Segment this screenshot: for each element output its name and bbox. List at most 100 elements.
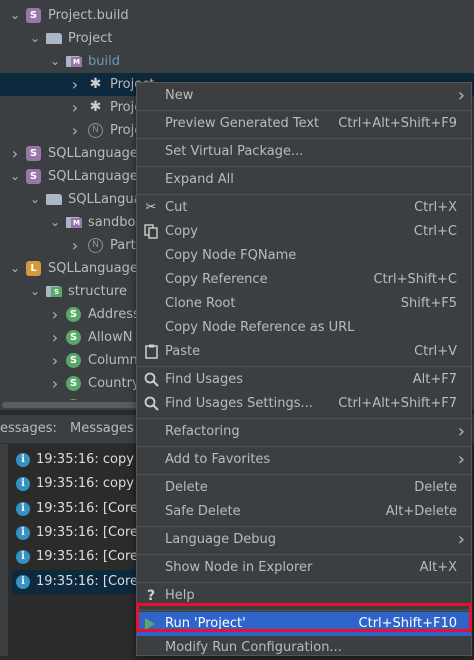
solution-s-icon: S [26, 169, 41, 184]
chevron-down-icon[interactable]: ⌄ [28, 27, 42, 50]
tree-row-label: sandbox [88, 215, 143, 230]
node-n-icon: N [88, 123, 103, 138]
bug-icon: ✱ [89, 99, 102, 115]
menu-item-shortcut: Ctrl+Shift+F10 [358, 616, 457, 631]
menu-item-clone-root[interactable]: Clone Root Shift+F5 [137, 292, 471, 316]
menu-item-copy[interactable]: Copy Ctrl+C [137, 220, 471, 244]
menu-separator [137, 553, 471, 555]
info-icon: i [16, 525, 30, 540]
menu-item-copy-node-fqname[interactable]: Copy Node FQName [137, 244, 471, 268]
tree-row-label: Project.build [48, 8, 129, 23]
messages-side-toolbar [0, 444, 8, 656]
tree-row-label: structure [68, 284, 127, 299]
message-text: 19:35:16: [CoreM [36, 524, 150, 540]
chevron-right-icon[interactable]: › [68, 119, 82, 142]
menu-separator [137, 193, 471, 195]
menu-item-find-usages[interactable]: Find Usages Alt+F7 [137, 368, 471, 392]
menu-item-label: Show Node in Explorer [165, 560, 313, 575]
menu-item-shortcut: Ctrl+C [413, 224, 457, 239]
message-row[interactable]: i 19:35:16: [CoreM [12, 497, 152, 521]
menu-item-label: Copy [165, 224, 198, 239]
message-row[interactable]: i 19:35:16: [CoreM [12, 521, 152, 545]
tree-row-label: build [88, 54, 120, 69]
menu-item-cut[interactable]: ✂ Cut Ctrl+X [137, 196, 471, 220]
menu-item-add-to-favorites[interactable]: Add to Favorites › [137, 448, 471, 472]
chevron-right-icon[interactable]: › [68, 73, 82, 96]
menu-item-help[interactable]: ? Help [137, 584, 471, 608]
chevron-down-icon[interactable]: ⌄ [48, 50, 62, 73]
message-row[interactable]: i 19:35:16: [CoreM [12, 545, 152, 569]
menu-item-refactoring[interactable]: Refactoring › [137, 420, 471, 444]
tree-row-label: Project [68, 31, 113, 46]
menu-item-preview-generated-text[interactable]: Preview Generated Text Ctrl+Alt+Shift+F9 [137, 112, 471, 136]
menu-separator [137, 581, 471, 583]
info-icon: i [16, 550, 30, 565]
model-folder-icon: M [66, 215, 83, 230]
magnifier-icon [143, 372, 159, 388]
menu-item-language-debug[interactable]: Language Debug › [137, 528, 471, 552]
menu-item-delete[interactable]: Delete Delete [137, 476, 471, 500]
chevron-down-icon[interactable]: ⌄ [48, 211, 62, 234]
folder-icon [46, 33, 62, 44]
menu-item-shortcut: Ctrl+V [414, 344, 457, 359]
menu-separator [137, 137, 471, 139]
menu-item-label: Paste [165, 344, 201, 359]
info-icon: i [16, 453, 30, 467]
chevron-down-icon[interactable]: ⌄ [8, 257, 22, 280]
message-row[interactable]: i 19:35:16: copy te [12, 448, 152, 472]
menu-item-copy-reference[interactable]: Copy Reference Ctrl+Shift+C [137, 268, 471, 292]
concept-s-icon: S [66, 376, 81, 391]
menu-item-find-usages-settings[interactable]: Find Usages Settings... Ctrl+Alt+Shift+F7 [137, 392, 471, 416]
chevron-right-icon[interactable]: › [48, 372, 62, 395]
concept-s-icon: S [66, 353, 81, 368]
info-icon: i [16, 477, 30, 492]
chevron-down-icon[interactable]: ⌄ [8, 4, 22, 27]
context-menu: New › Preview Generated Text Ctrl+Alt+Shift… [136, 82, 472, 656]
language-l-icon: L [26, 261, 41, 276]
chevron-down-icon[interactable]: ⌄ [28, 280, 42, 303]
chevron-down-icon[interactable]: ⌄ [8, 165, 22, 188]
magnifier-icon [143, 396, 159, 412]
solution-s-icon: S [26, 8, 41, 23]
menu-separator [137, 473, 471, 475]
menu-item-set-virtual-package[interactable]: Set Virtual Package... [137, 140, 471, 164]
menu-item-shortcut: Ctrl+Shift+C [373, 272, 457, 287]
menu-item-modify-run-configuration[interactable]: Modify Run Configuration... [137, 636, 471, 660]
menu-item-paste[interactable]: Paste Ctrl+V [137, 340, 471, 364]
menu-item-label: Run 'Project' [165, 616, 246, 631]
chevron-right-icon[interactable]: › [48, 326, 62, 349]
menu-item-label: Delete [165, 480, 208, 495]
menu-item-label: New [165, 88, 194, 103]
chevron-right-icon: › [457, 529, 465, 550]
menu-item-run-project[interactable]: Run 'Project' Ctrl+Shift+F10 [137, 612, 471, 636]
menu-item-label: Clone Root [165, 296, 236, 311]
tree-row[interactable]: ⌄ S Project.build [0, 4, 474, 27]
menu-item-expand-all[interactable]: Expand All [137, 168, 471, 192]
chevron-right-icon[interactable]: › [48, 303, 62, 326]
menu-item-label: Preview Generated Text [165, 116, 320, 131]
tree-row[interactable]: ⌄ Project [0, 27, 474, 50]
chevron-right-icon[interactable]: › [68, 96, 82, 119]
chevron-down-icon[interactable]: ⌄ [28, 188, 42, 211]
horizontal-scrollbar[interactable] [2, 402, 152, 408]
menu-item-safe-delete[interactable]: Safe Delete Alt+Delete [137, 500, 471, 524]
menu-separator [137, 165, 471, 167]
menu-item-new[interactable]: New › [137, 84, 471, 108]
tree-row[interactable]: ⌄ Mbuild [0, 50, 474, 73]
message-row[interactable]: i 19:35:16: copy te [12, 472, 152, 496]
menu-separator [137, 417, 471, 419]
question-icon: ? [146, 588, 156, 604]
menu-item-label: Cut [165, 200, 188, 215]
chevron-right-icon[interactable]: › [68, 234, 82, 257]
menu-item-copy-node-reference-as-url[interactable]: Copy Node Reference as URL [137, 316, 471, 340]
menu-item-shortcut: Alt+X [419, 560, 457, 575]
tab-messages[interactable]: Messages [70, 415, 134, 443]
menu-item-show-node-in-explorer[interactable]: Show Node in Explorer Alt+X [137, 556, 471, 580]
message-row[interactable]: i 19:35:16: [CoreM [12, 569, 152, 594]
menu-item-label: Safe Delete [165, 504, 241, 519]
message-text: 19:35:16: copy te [36, 452, 152, 467]
chevron-right-icon[interactable]: › [8, 142, 22, 165]
menu-item-shortcut: Shift+F5 [400, 296, 457, 311]
chevron-right-icon[interactable]: › [48, 349, 62, 372]
menu-item-label: Modify Run Configuration... [165, 640, 342, 655]
